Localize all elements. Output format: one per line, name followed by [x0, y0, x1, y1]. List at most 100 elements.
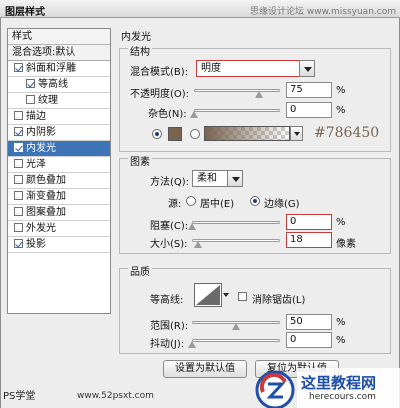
style-item[interactable]: 描边: [8, 109, 110, 125]
antialias-checkbox[interactable]: [238, 292, 247, 301]
source-edge-radio[interactable]: [250, 196, 260, 206]
style-item-label: 内发光: [26, 143, 56, 154]
opacity-slider[interactable]: [194, 86, 280, 98]
contour-label: 等高线:: [150, 295, 184, 306]
style-item-label: 图案叠加: [26, 207, 66, 218]
brand-watermark: 这里教程网 herecours.com: [297, 368, 400, 408]
style-item-checkbox[interactable]: [14, 191, 23, 200]
gradient-radio[interactable]: [190, 129, 200, 139]
style-item[interactable]: 光泽: [8, 157, 110, 173]
style-item[interactable]: 图案叠加: [8, 205, 110, 221]
style-item-label: 纹理: [38, 95, 58, 106]
structure-legend: 结构: [128, 43, 152, 58]
range-input[interactable]: 50: [286, 314, 332, 330]
jitter-slider[interactable]: [188, 336, 280, 348]
chevron-down-icon[interactable]: [223, 291, 232, 300]
style-item[interactable]: 纹理: [8, 93, 110, 109]
gradient-picker[interactable]: [204, 126, 303, 141]
style-item[interactable]: 斜面和浮雕: [8, 61, 110, 77]
brand-name-en: herecours.com: [309, 392, 376, 402]
blend-mode-value: 明度: [201, 63, 221, 74]
noise-slider-thumb[interactable]: [190, 111, 198, 118]
style-item-label: 投影: [26, 239, 46, 250]
opacity-input[interactable]: 75: [286, 82, 332, 98]
ps-tag-watermark: PS学堂: [3, 391, 36, 402]
contour-picker[interactable]: [194, 283, 229, 307]
noise-input[interactable]: 0: [286, 102, 332, 118]
blend-mode-label: 混合模式(B):: [130, 67, 189, 78]
choke-slider-track: [192, 221, 280, 224]
opacity-unit: %: [336, 85, 346, 96]
size-slider[interactable]: [192, 236, 280, 248]
style-item-checkbox[interactable]: [14, 111, 23, 120]
color-radio[interactable]: [152, 129, 162, 139]
elements-group: 图素 方法(Q): 柔和 源: 居中(E) 边缘(G) 阻塞(C): 0 % 大…: [119, 153, 391, 254]
styles-list-title: 样式: [8, 29, 110, 45]
style-item[interactable]: 等高线: [8, 77, 110, 93]
style-item-checkbox[interactable]: [26, 95, 35, 104]
jitter-slider-track: [192, 339, 280, 342]
noise-slider-track: [194, 109, 280, 112]
method-value: 柔和: [197, 173, 217, 184]
style-item[interactable]: 内阴影: [8, 125, 110, 141]
opacity-slider-thumb[interactable]: [254, 91, 263, 98]
style-item-label: 斜面和浮雕: [26, 63, 76, 74]
style-item-label: 颜色叠加: [26, 175, 66, 186]
jitter-slider-thumb[interactable]: [188, 341, 196, 348]
style-item[interactable]: 内发光: [8, 141, 110, 157]
section-title: 内发光: [121, 32, 151, 43]
style-item-checkbox[interactable]: [14, 207, 23, 216]
style-item-checkbox[interactable]: [14, 159, 23, 168]
watermark-top: 思缘设计论坛 www.missyuan.com: [250, 7, 396, 17]
blend-options-item[interactable]: 混合选项:默认: [8, 45, 110, 61]
method-label: 方法(Q):: [150, 177, 190, 188]
range-unit: %: [336, 317, 346, 328]
range-slider-thumb[interactable]: [232, 323, 240, 330]
style-item-checkbox[interactable]: [26, 79, 35, 88]
style-item-checkbox[interactable]: [14, 239, 23, 248]
site-watermark: www.52psxt.com: [77, 391, 154, 401]
elements-legend: 图素: [128, 153, 152, 168]
jitter-input[interactable]: 0: [286, 332, 332, 348]
styles-list: 样式 混合选项:默认 斜面和浮雕等高线纹理描边 内阴影内发光光泽颜色叠加渐变叠加图…: [7, 28, 111, 314]
source-center-label: 居中(E): [200, 199, 235, 210]
style-item-checkbox[interactable]: [14, 175, 23, 184]
style-item-label: 外发光: [26, 223, 56, 234]
source-center-radio[interactable]: [186, 196, 196, 206]
style-item[interactable]: 投影: [8, 237, 110, 253]
chevron-down-icon[interactable]: [299, 60, 315, 77]
chevron-down-icon[interactable]: [290, 126, 303, 141]
range-label: 范围(R):: [150, 321, 189, 332]
choke-input[interactable]: 0: [286, 214, 332, 230]
size-input[interactable]: 18: [286, 232, 332, 248]
noise-slider[interactable]: [190, 106, 280, 118]
source-label: 源:: [168, 199, 182, 210]
style-item[interactable]: 外发光: [8, 221, 110, 237]
choke-label: 阻塞(C):: [150, 221, 189, 232]
window-title: 图层样式: [5, 7, 45, 18]
chevron-down-icon[interactable]: [227, 170, 243, 187]
quality-legend: 品质: [128, 263, 152, 278]
method-select[interactable]: 柔和: [192, 170, 243, 187]
structure-group: 结构 混合模式(B): 明度 不透明度(O): 75 % 杂色(N): 0 % …: [119, 43, 391, 152]
size-slider-thumb[interactable]: [194, 241, 203, 248]
choke-slider[interactable]: [188, 218, 280, 230]
style-item-checkbox[interactable]: [14, 143, 23, 152]
style-item-checkbox[interactable]: [14, 223, 23, 232]
style-item-label: 光泽: [26, 159, 46, 170]
title-bar: 图层样式 思缘设计论坛 www.missyuan.com: [0, 0, 400, 18]
antialias-label: 消除锯齿(L): [252, 295, 306, 306]
opacity-slider-track: [194, 89, 280, 92]
glow-color-swatch[interactable]: [168, 127, 182, 141]
choke-slider-thumb[interactable]: [188, 223, 196, 230]
size-label: 大小(S):: [150, 239, 188, 250]
style-item[interactable]: 渐变叠加: [8, 189, 110, 205]
style-item-checkbox[interactable]: [14, 63, 23, 72]
blend-mode-select[interactable]: 明度: [196, 60, 315, 77]
range-slider[interactable]: [192, 318, 280, 330]
size-unit: 像素: [336, 239, 356, 250]
noise-label: 杂色(N):: [148, 109, 187, 120]
style-item[interactable]: 颜色叠加: [8, 173, 110, 189]
bottom-watermarks: PS学堂 www.52psxt.com 这里教程网 herecours.com: [1, 362, 400, 408]
style-item-checkbox[interactable]: [14, 127, 23, 136]
